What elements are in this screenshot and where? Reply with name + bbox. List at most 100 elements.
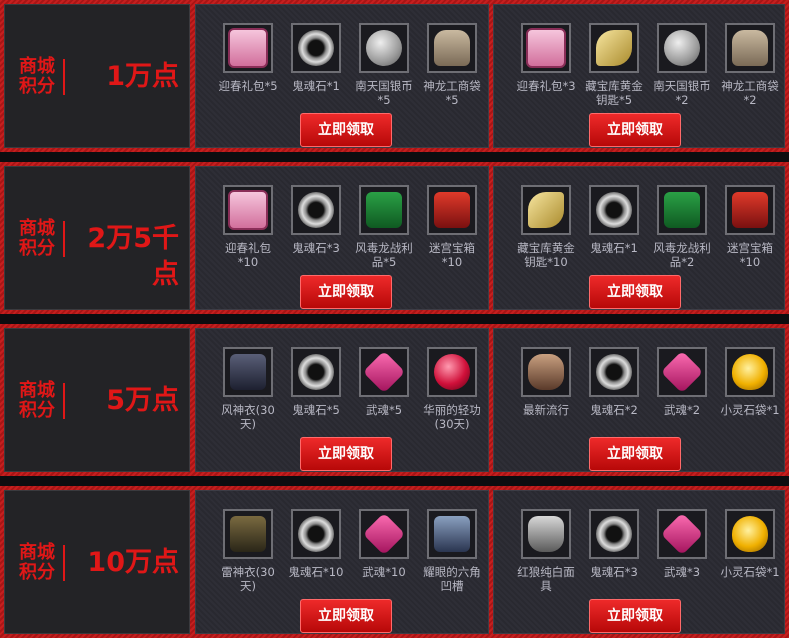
reward-item: 武魂*5 xyxy=(352,347,416,417)
claim-button[interactable]: 立即领取 xyxy=(300,113,392,147)
reward-item: 小灵石袋*1 xyxy=(718,347,782,417)
dark-armor-icon xyxy=(230,354,266,390)
item-slot[interactable] xyxy=(657,347,707,397)
reward-item: 风毒龙战利品*5 xyxy=(352,185,416,269)
ghost-stone-icon xyxy=(596,516,632,552)
item-slot[interactable] xyxy=(291,347,341,397)
item-slot[interactable] xyxy=(657,23,707,73)
claim-button[interactable]: 立即领取 xyxy=(589,275,681,309)
ghost-stone-icon xyxy=(298,192,334,228)
item-slot[interactable] xyxy=(223,185,273,235)
pink-gem-icon xyxy=(660,350,704,394)
item-name: 迎春礼包*3 xyxy=(516,79,576,93)
item-slot[interactable] xyxy=(725,347,775,397)
reward-tier: 商城积分 2万5千点 迎春礼包*10 鬼魂石*3 风毒龙战利品*5 迷宫宝箱*1… xyxy=(0,162,789,314)
claim-button[interactable]: 立即领取 xyxy=(300,437,392,471)
item-name: 小灵石袋*1 xyxy=(720,403,780,417)
tier-amount: 5万点 xyxy=(106,385,179,416)
cloth-bag-icon xyxy=(732,30,768,66)
hammer-icon xyxy=(434,516,470,552)
item-name: 南天国银币*5 xyxy=(355,79,413,107)
reward-item: 风神衣(30天) xyxy=(216,347,280,431)
reward-item: 神龙工商袋*5 xyxy=(420,23,484,107)
tier-label: 商城积分 2万5千点 xyxy=(4,166,190,310)
item-slot[interactable] xyxy=(589,23,639,73)
reward-panel: 迎春礼包*5 鬼魂石*1 南天国银币*5 神龙工商袋*5 立即领取 xyxy=(195,4,489,148)
item-slot[interactable] xyxy=(359,347,409,397)
tier-label: 商城积分 10万点 xyxy=(4,490,190,634)
item-name: 鬼魂石*1 xyxy=(590,241,638,255)
pink-gem-icon xyxy=(660,512,704,556)
item-name: 耀眼的六角凹槽 xyxy=(423,565,481,593)
item-slot[interactable] xyxy=(223,347,273,397)
item-name: 迎春礼包*10 xyxy=(225,241,271,269)
item-slot[interactable] xyxy=(589,509,639,559)
item-slot[interactable] xyxy=(291,509,341,559)
item-slot[interactable] xyxy=(521,509,571,559)
silver-coin-icon xyxy=(664,30,700,66)
reward-item: 武魂*10 xyxy=(352,509,416,579)
reward-item: 藏宝库黄金钥匙*10 xyxy=(514,185,578,269)
item-slot[interactable] xyxy=(427,23,477,73)
item-name: 红狼纯白面具 xyxy=(517,565,575,593)
item-slot[interactable] xyxy=(521,347,571,397)
item-name: 风毒龙战利品*5 xyxy=(355,241,413,269)
item-name: 南天国银币*2 xyxy=(653,79,711,107)
pink-gem-icon xyxy=(362,512,406,556)
item-slot[interactable] xyxy=(223,23,273,73)
item-slot[interactable] xyxy=(589,185,639,235)
item-name: 鬼魂石*3 xyxy=(292,241,340,255)
reward-panel: 红狼纯白面具 鬼魂石*3 武魂*3 小灵石袋*1 立即领取 xyxy=(493,490,785,634)
claim-button[interactable]: 立即领取 xyxy=(300,599,392,633)
claim-button[interactable]: 立即领取 xyxy=(589,113,681,147)
red-gift-icon xyxy=(732,192,768,228)
item-name: 风毒龙战利品*2 xyxy=(653,241,711,269)
reward-item: 鬼魂石*5 xyxy=(284,347,348,417)
reward-item: 鬼魂石*1 xyxy=(284,23,348,93)
item-slot[interactable] xyxy=(725,509,775,559)
tier-amount: 10万点 xyxy=(87,547,179,578)
item-slot[interactable] xyxy=(427,509,477,559)
ghost-stone-icon xyxy=(298,30,334,66)
tier-caption: 商城积分 xyxy=(19,56,55,97)
item-slot[interactable] xyxy=(359,509,409,559)
reward-item: 鬼魂石*1 xyxy=(582,185,646,255)
reward-panel: 最新流行 鬼魂石*2 武魂*2 小灵石袋*1 立即领取 xyxy=(493,328,785,472)
item-slot[interactable] xyxy=(359,185,409,235)
item-slot[interactable] xyxy=(427,347,477,397)
claim-button[interactable]: 立即领取 xyxy=(300,275,392,309)
reward-item: 雷神衣(30天) xyxy=(216,509,280,593)
ghost-stone-icon xyxy=(596,192,632,228)
item-slot[interactable] xyxy=(223,509,273,559)
reward-panel: 迎春礼包*3 藏宝库黄金钥匙*5 南天国银币*2 神龙工商袋*2 立即领取 xyxy=(493,4,785,148)
pink-gift-box-icon xyxy=(228,190,268,230)
item-slot[interactable] xyxy=(359,23,409,73)
reward-item: 迷宫宝箱*10 xyxy=(420,185,484,269)
item-slot[interactable] xyxy=(521,23,571,73)
claim-button[interactable]: 立即领取 xyxy=(589,599,681,633)
item-slot[interactable] xyxy=(291,23,341,73)
silver-coin-icon xyxy=(366,30,402,66)
item-slot[interactable] xyxy=(657,509,707,559)
item-slot[interactable] xyxy=(657,185,707,235)
tier-divider xyxy=(63,383,65,419)
green-chest-icon xyxy=(664,192,700,228)
item-slot[interactable] xyxy=(725,185,775,235)
reward-item: 华丽的轻功(30天) xyxy=(420,347,484,431)
pink-gem-icon xyxy=(362,350,406,394)
reward-item: 耀眼的六角凹槽 xyxy=(420,509,484,593)
reward-item: 武魂*2 xyxy=(650,347,714,417)
gold-bag-icon xyxy=(732,354,768,390)
item-slot[interactable] xyxy=(291,185,341,235)
item-name: 迷宫宝箱*10 xyxy=(727,241,773,269)
item-slot[interactable] xyxy=(521,185,571,235)
item-slot[interactable] xyxy=(427,185,477,235)
item-slot[interactable] xyxy=(589,347,639,397)
tier-divider xyxy=(63,59,65,95)
claim-button[interactable]: 立即领取 xyxy=(589,437,681,471)
reward-item: 南天国银币*5 xyxy=(352,23,416,107)
reward-item: 武魂*3 xyxy=(650,509,714,579)
tier-caption: 商城积分 xyxy=(19,380,55,421)
golden-key-icon xyxy=(528,192,564,228)
item-slot[interactable] xyxy=(725,23,775,73)
